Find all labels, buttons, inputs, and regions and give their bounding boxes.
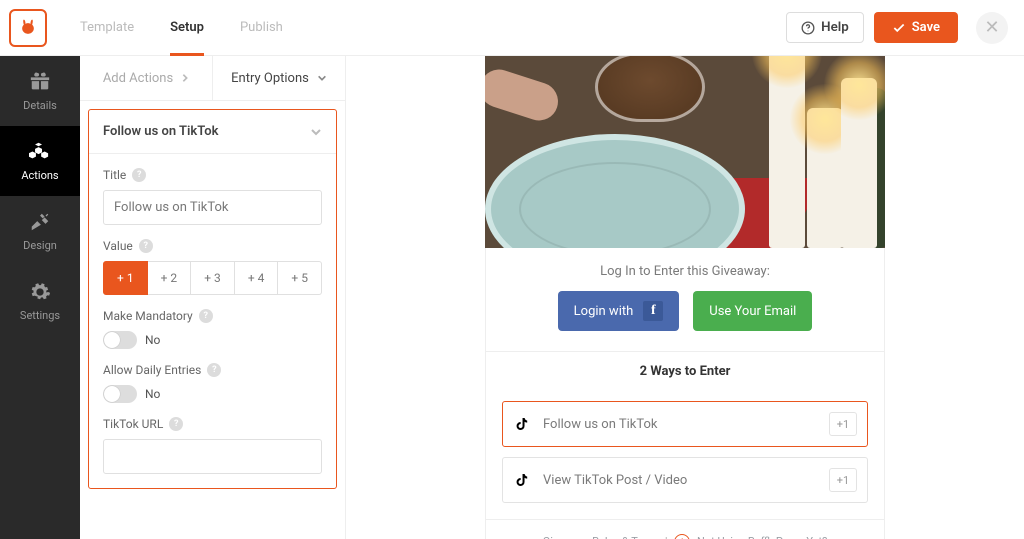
chevron-right-icon <box>181 73 189 83</box>
mandatory-toggle[interactable] <box>103 331 137 349</box>
mandatory-label: Make Mandatory? <box>103 309 322 323</box>
giveaway-preview: Log In to Enter this Giveaway: Login wit… <box>485 56 885 539</box>
tiktok-url-input[interactable] <box>103 439 322 474</box>
sidebar-label: Design <box>23 239 57 252</box>
sidebar-label: Settings <box>20 309 60 322</box>
sidebar-label: Actions <box>21 169 58 182</box>
editor-tabs: Add Actions Entry Options <box>80 56 345 101</box>
hero-image <box>485 56 885 248</box>
value-option-3[interactable]: + 3 <box>191 261 235 295</box>
rules-link[interactable]: Giveaway Rules & Terms <box>543 535 662 539</box>
action-settings-card: Follow us on TikTok Title? Value? + 1 + … <box>88 109 337 489</box>
editor-tab-label: Entry Options <box>231 71 309 86</box>
tiktok-icon <box>513 415 531 433</box>
value-option-1[interactable]: + 1 <box>103 261 148 295</box>
login-buttons: Login with f Use Your Email <box>486 291 884 351</box>
login-fb-label: Login with <box>574 304 634 319</box>
value-label: Value? <box>103 239 322 253</box>
entry-label: View TikTok Post / Video <box>543 473 817 488</box>
entry-value-badge: +1 <box>829 468 857 492</box>
value-option-2[interactable]: + 2 <box>148 261 192 295</box>
help-icon <box>801 21 815 35</box>
chevron-down-icon <box>317 74 327 82</box>
daily-value: No <box>145 387 160 401</box>
editor-tab-add-actions[interactable]: Add Actions <box>80 56 212 100</box>
cubes-icon <box>29 141 51 163</box>
help-tip-icon[interactable]: ? <box>169 417 183 431</box>
help-tip-icon[interactable]: ? <box>199 309 213 323</box>
value-option-5[interactable]: + 5 <box>278 261 322 295</box>
sidebar-label: Details <box>23 99 57 112</box>
save-button[interactable]: Save <box>874 12 958 43</box>
help-label: Help <box>821 20 849 35</box>
tab-setup[interactable]: Setup <box>170 0 204 56</box>
check-icon <box>892 21 906 35</box>
help-tip-icon[interactable]: ? <box>207 363 221 377</box>
tab-publish[interactable]: Publish <box>240 0 283 56</box>
close-button[interactable]: ✕ <box>976 12 1008 44</box>
editor-tab-entry-options[interactable]: Entry Options <box>212 56 345 100</box>
mandatory-value: No <box>145 333 160 347</box>
action-settings-header[interactable]: Follow us on TikTok <box>89 110 336 154</box>
action-settings-title: Follow us on TikTok <box>103 124 218 139</box>
preview-area: Log In to Enter this Giveaway: Login wit… <box>346 56 1024 539</box>
sidebar-item-settings[interactable]: Settings <box>0 266 80 336</box>
daily-label: Allow Daily Entries? <box>103 363 322 377</box>
entry-value-badge: +1 <box>829 412 857 436</box>
sidebar-item-design[interactable]: Design <box>0 196 80 266</box>
gift-icon <box>29 71 51 93</box>
login-heading: Log In to Enter this Giveaway: <box>486 248 884 291</box>
editor-panel: Add Actions Entry Options Follow us on T… <box>80 56 346 539</box>
rabbit-icon <box>18 18 38 38</box>
ways-to-enter-heading: 2 Ways to Enter <box>486 351 884 391</box>
help-tip-icon[interactable]: ? <box>139 239 153 253</box>
top-tabs: Template Setup Publish <box>80 0 283 56</box>
preview-footer: Giveaway Rules & Terms | ṁ Not Using Raf… <box>486 519 884 539</box>
save-label: Save <box>912 20 940 35</box>
top-bar: Template Setup Publish Help Save ✕ <box>0 0 1024 56</box>
editor-tab-label: Add Actions <box>103 71 173 86</box>
top-actions: Help Save ✕ <box>786 12 1008 44</box>
login-email-button[interactable]: Use Your Email <box>693 291 812 331</box>
chevron-down-icon <box>310 128 322 136</box>
entry-option[interactable]: Follow us on TikTok +1 <box>502 401 868 447</box>
sidebar-item-details[interactable]: Details <box>0 56 80 126</box>
tab-template[interactable]: Template <box>80 0 134 56</box>
gear-icon <box>29 281 51 303</box>
value-options: + 1 + 2 + 3 + 4 + 5 <box>103 261 322 295</box>
title-label: Title? <box>103 168 322 182</box>
app-logo[interactable] <box>0 0 56 56</box>
entry-option[interactable]: View TikTok Post / Video +1 <box>502 457 868 503</box>
title-input[interactable] <box>103 190 322 225</box>
help-button[interactable]: Help <box>786 12 864 43</box>
daily-toggle[interactable] <box>103 385 137 403</box>
entry-label: Follow us on TikTok <box>543 417 817 432</box>
help-tip-icon[interactable]: ? <box>132 168 146 182</box>
left-sidebar: Details Actions Design Settings <box>0 56 80 539</box>
promo-link[interactable]: Not Using RafflePress Yet? <box>697 535 827 539</box>
sidebar-item-actions[interactable]: Actions <box>0 126 80 196</box>
tiktok-url-label: TikTok URL? <box>103 417 322 431</box>
close-icon: ✕ <box>984 17 999 38</box>
tiktok-icon <box>513 471 531 489</box>
login-facebook-button[interactable]: Login with f <box>558 291 680 331</box>
facebook-icon: f <box>643 301 663 321</box>
design-icon <box>29 211 51 233</box>
rafflepress-icon: ṁ <box>674 534 690 539</box>
value-option-4[interactable]: + 4 <box>235 261 279 295</box>
